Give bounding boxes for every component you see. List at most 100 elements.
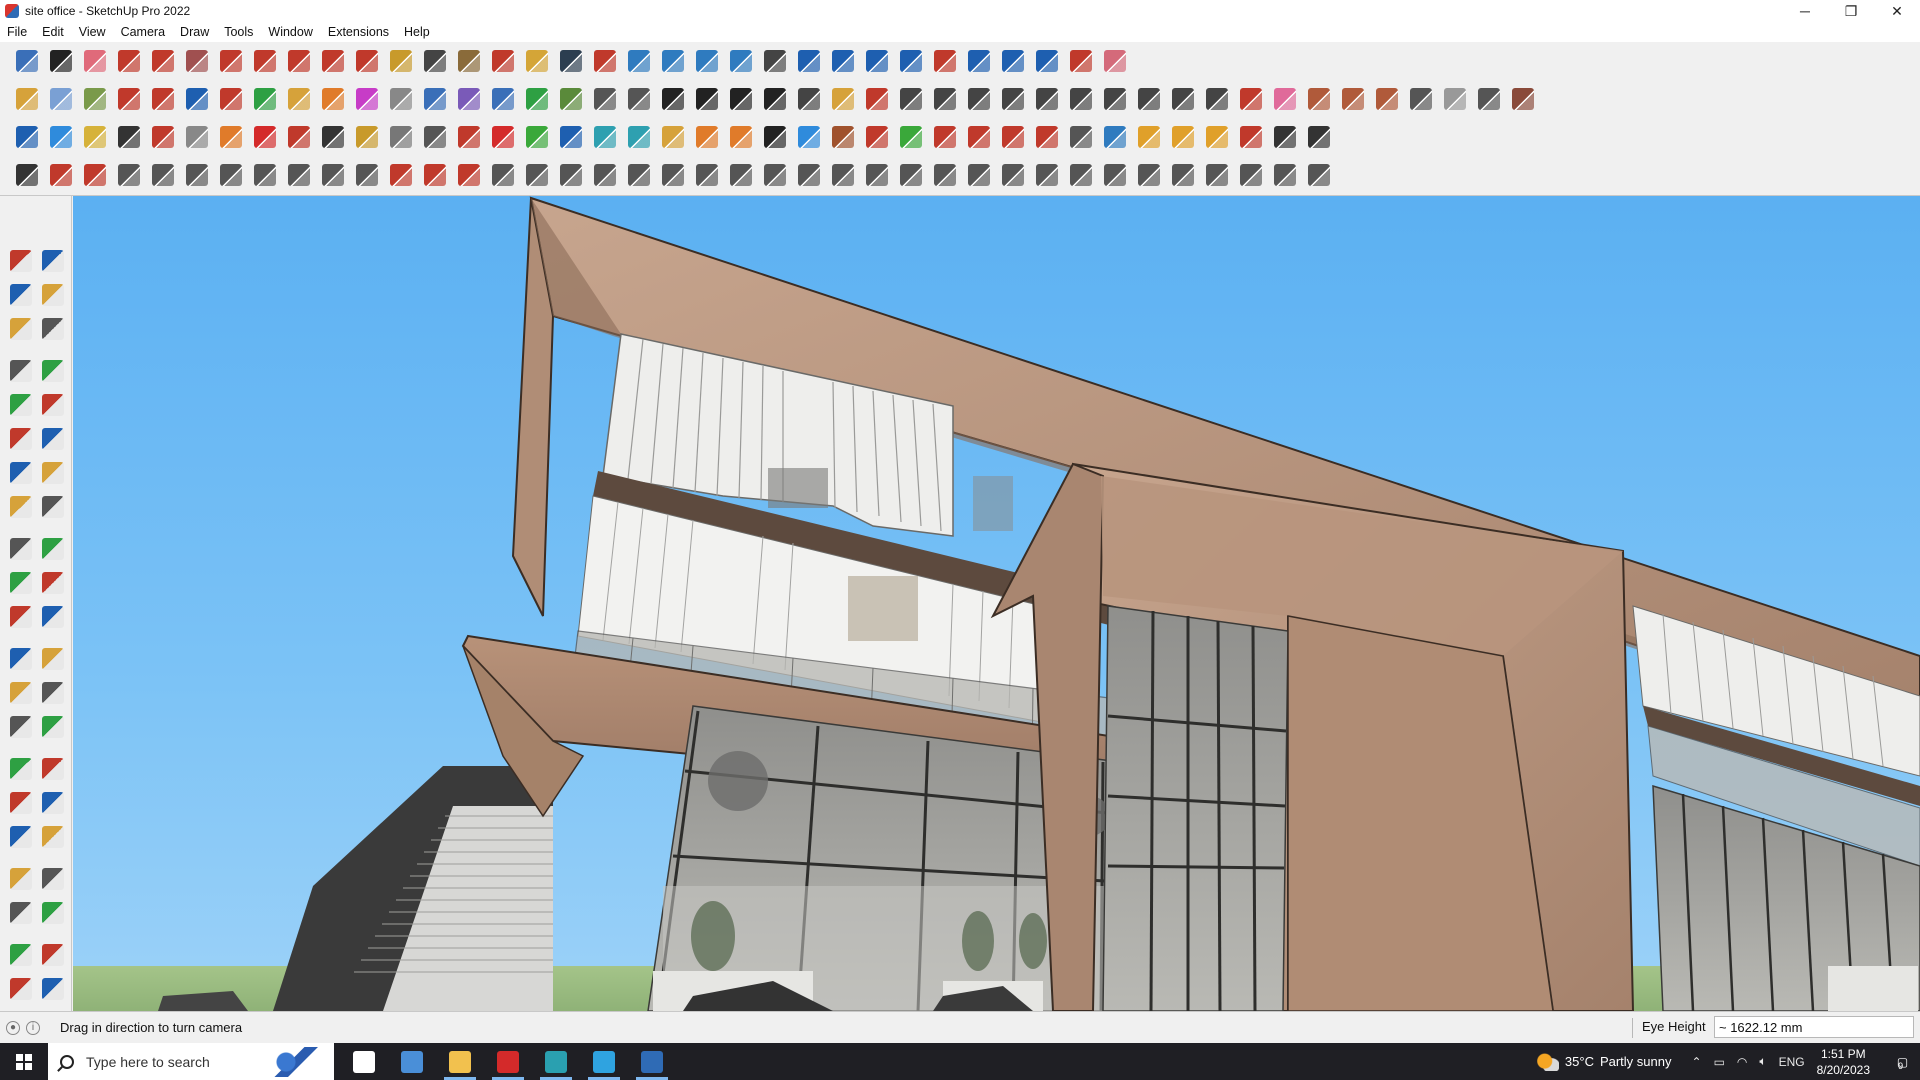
hatch-icon[interactable] — [1064, 159, 1098, 191]
rotate-icon[interactable] — [5, 568, 37, 598]
edge-taskbar-button[interactable] — [580, 1043, 628, 1080]
line-tool-icon[interactable] — [10, 159, 44, 191]
rotated-rectangle-icon[interactable] — [37, 390, 69, 420]
plane-blue-icon[interactable] — [10, 121, 44, 153]
wire-6-icon[interactable] — [282, 159, 316, 191]
sheet-icon[interactable] — [316, 121, 350, 153]
zoom-window-icon[interactable] — [588, 45, 622, 77]
hatch-2-icon[interactable] — [1098, 159, 1132, 191]
zoom-icon[interactable] — [5, 788, 37, 818]
rectangle-icon[interactable] — [180, 45, 214, 77]
rotate-icon[interactable] — [316, 45, 350, 77]
shape-1-icon[interactable] — [894, 83, 928, 115]
eraser-icon[interactable] — [37, 280, 69, 310]
notification-center[interactable]: ▢ 9 — [1880, 1053, 1920, 1071]
scale-icon[interactable] — [350, 45, 384, 77]
line-red-icon[interactable] — [418, 159, 452, 191]
weather-icon[interactable] — [1536, 1052, 1559, 1071]
shape-4-icon[interactable] — [996, 83, 1030, 115]
layers-icon[interactable] — [5, 974, 37, 1004]
plane-solid-icon[interactable] — [554, 83, 588, 115]
stair-4-icon[interactable] — [996, 159, 1030, 191]
house-icon[interactable] — [656, 83, 690, 115]
lasso-3-icon[interactable] — [758, 121, 792, 153]
curve-icon[interactable] — [384, 83, 418, 115]
section-cut-icon[interactable] — [37, 940, 69, 970]
cone-icon[interactable] — [588, 121, 622, 153]
arrow-tool-icon[interactable] — [690, 159, 724, 191]
slope-icon[interactable] — [1234, 159, 1268, 191]
house-outline-icon[interactable] — [1302, 159, 1336, 191]
menu-edit[interactable]: Edit — [42, 25, 64, 39]
dotted-curve-icon[interactable] — [452, 121, 486, 153]
orbit-icon[interactable] — [5, 754, 37, 784]
wire-2-icon[interactable] — [146, 159, 180, 191]
house-3-icon[interactable] — [724, 83, 758, 115]
shape-7-icon[interactable] — [1098, 83, 1132, 115]
spiral-icon[interactable] — [1200, 159, 1234, 191]
tile-orange-3-icon[interactable] — [1200, 121, 1234, 153]
push-pull-icon[interactable] — [37, 534, 69, 564]
face-2-icon[interactable] — [452, 83, 486, 115]
lasso-2-icon[interactable] — [724, 121, 758, 153]
texture-2-icon[interactable] — [1336, 83, 1370, 115]
book-icon[interactable] — [622, 83, 656, 115]
plus-red-icon[interactable] — [486, 121, 520, 153]
plane-yellow-icon[interactable] — [78, 121, 112, 153]
offset-icon[interactable] — [37, 602, 69, 632]
text-icon[interactable] — [37, 678, 69, 708]
menu-draw[interactable]: Draw — [180, 25, 209, 39]
wifi-icon[interactable]: ◠ — [1737, 1055, 1747, 1069]
cone-2-icon[interactable] — [622, 121, 656, 153]
move-icon[interactable] — [282, 45, 316, 77]
wedge-icon[interactable] — [656, 159, 690, 191]
solid-tools-icon[interactable] — [792, 45, 826, 77]
three-point-arc-icon[interactable] — [5, 492, 37, 522]
weather-text[interactable]: Partly sunny — [1600, 1054, 1672, 1069]
tree-icon[interactable] — [894, 121, 928, 153]
tape-measure-icon[interactable] — [5, 644, 37, 674]
wire-4-icon[interactable] — [214, 159, 248, 191]
ruby-icon[interactable] — [146, 121, 180, 153]
wire-3-icon[interactable] — [180, 159, 214, 191]
bezier-icon[interactable] — [44, 159, 78, 191]
menu-window[interactable]: Window — [268, 25, 312, 39]
layers-icon[interactable] — [690, 45, 724, 77]
paint-bucket-icon[interactable] — [452, 45, 486, 77]
paint-bucket-icon[interactable] — [5, 280, 37, 310]
wire-7-icon[interactable] — [316, 159, 350, 191]
gem-red-icon[interactable] — [1030, 121, 1064, 153]
stair-5-icon[interactable] — [1030, 159, 1064, 191]
leaf-icon[interactable] — [826, 83, 860, 115]
frame-box-icon[interactable] — [486, 159, 520, 191]
follow-me-icon[interactable] — [37, 568, 69, 598]
face-3-icon[interactable] — [486, 83, 520, 115]
freehand-icon[interactable] — [146, 45, 180, 77]
outer-shell-icon[interactable] — [826, 45, 860, 77]
ramp-icon[interactable] — [758, 159, 792, 191]
undo-icon[interactable] — [1030, 45, 1064, 77]
eraser-pink-icon[interactable] — [1268, 83, 1302, 115]
stairs-icon[interactable] — [724, 159, 758, 191]
fence-2-icon[interactable] — [588, 159, 622, 191]
section-display-icon[interactable] — [656, 45, 690, 77]
sandbox-icon[interactable] — [724, 45, 758, 77]
model-viewport[interactable] — [73, 196, 1920, 1011]
protractor-icon[interactable] — [5, 678, 37, 708]
plane-blue-2-icon[interactable] — [44, 121, 78, 153]
menu-camera[interactable]: Camera — [121, 25, 165, 39]
scale-icon[interactable] — [5, 602, 37, 632]
shape-2-icon[interactable] — [928, 83, 962, 115]
knife-icon[interactable] — [860, 83, 894, 115]
triangle-icon[interactable] — [656, 121, 690, 153]
component-icon[interactable] — [5, 314, 37, 344]
freehand-icon[interactable] — [37, 356, 69, 386]
move-red-icon[interactable] — [112, 83, 146, 115]
hook-icon[interactable] — [860, 121, 894, 153]
link-icon[interactable] — [384, 121, 418, 153]
arc-icon[interactable] — [5, 458, 37, 488]
cube-red-icon[interactable] — [928, 121, 962, 153]
corner-2-icon[interactable] — [384, 159, 418, 191]
push-v-icon[interactable] — [248, 83, 282, 115]
pan-icon[interactable] — [37, 754, 69, 784]
